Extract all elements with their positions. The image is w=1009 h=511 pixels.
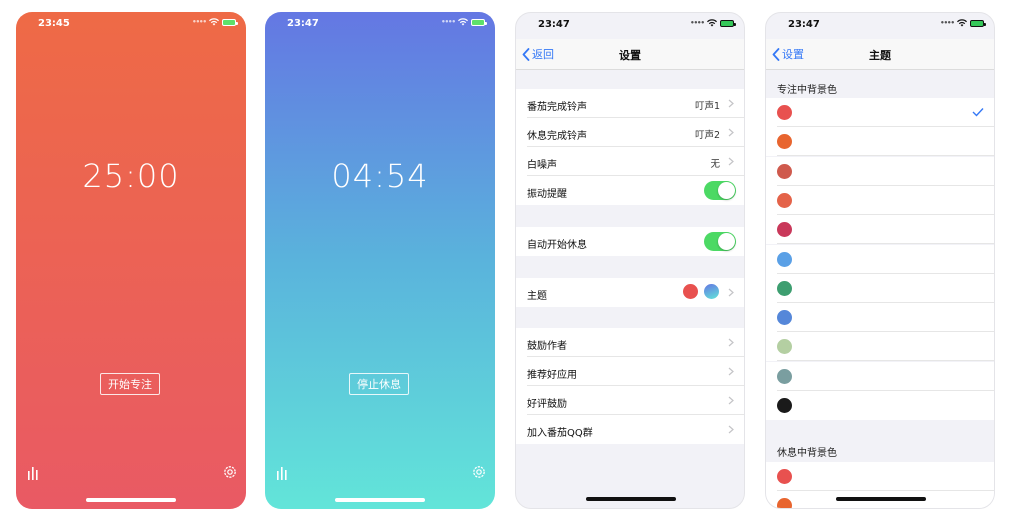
battery-icon [471, 18, 487, 26]
theme-screen: 23:47 •••• 设置 主题 专注中背景色 休息中背景色 [765, 12, 995, 509]
vibration-toggle[interactable] [704, 181, 736, 200]
focus-color-header: 专注中背景色 [777, 85, 837, 96]
wifi-icon [707, 19, 717, 27]
color-swatch [777, 192, 792, 208]
theme-swatch-focus [683, 284, 698, 299]
checkmark-icon [972, 108, 984, 117]
chevron-right-icon [728, 288, 734, 297]
wifi-icon [458, 18, 468, 26]
page-title: 主题 [869, 49, 891, 62]
status-bar: 23:45 •••• [16, 12, 246, 38]
settings-row-auto-rest: 自动开始休息 [516, 227, 744, 256]
chevron-right-icon [728, 99, 734, 108]
color-swatch [777, 339, 792, 355]
gear-icon[interactable] [471, 464, 487, 480]
color-option[interactable] [766, 127, 994, 157]
color-swatch [777, 498, 792, 508]
chevron-right-icon [728, 396, 734, 405]
home-indicator[interactable] [335, 498, 425, 502]
stats-icon[interactable] [275, 465, 291, 481]
page-title: 设置 [619, 49, 641, 62]
color-option[interactable] [766, 98, 994, 127]
color-swatch [777, 280, 792, 296]
color-option[interactable] [766, 303, 994, 333]
settings-row-join-qq-group[interactable]: 加入番茄QQ群 [516, 415, 744, 444]
theme-swatch-rest [704, 284, 719, 299]
gear-icon[interactable] [222, 464, 238, 480]
signal-dots-icon: •••• [940, 19, 955, 27]
status-bar: 23:47 •••• [265, 12, 495, 38]
stop-rest-button[interactable]: 停止休息 [349, 373, 409, 395]
stats-icon[interactable] [26, 465, 42, 481]
status-bar: 23:47 •••• [766, 13, 994, 39]
settings-row-rate-app[interactable]: 好评鼓励 [516, 386, 744, 415]
wifi-icon [209, 18, 219, 26]
timer-display: 04:54 [331, 157, 429, 195]
color-swatch [777, 105, 792, 120]
timer-display: 25:00 [82, 157, 180, 195]
chevron-right-icon [728, 157, 734, 166]
status-time: 23:47 [788, 19, 820, 30]
chevron-right-icon [728, 425, 734, 434]
color-swatch [777, 310, 792, 326]
status-time: 23:47 [538, 19, 570, 30]
color-option[interactable] [766, 391, 994, 420]
battery-icon [970, 19, 986, 27]
home-indicator[interactable] [586, 497, 676, 501]
color-swatch [777, 163, 792, 179]
nav-bar: 设置 主题 [766, 39, 994, 70]
status-time: 23:45 [38, 18, 70, 29]
chevron-right-icon [728, 338, 734, 347]
color-option[interactable] [766, 361, 994, 391]
battery-icon [720, 19, 736, 27]
color-swatch [777, 134, 792, 150]
status-time: 23:47 [287, 18, 319, 29]
auto-rest-toggle[interactable] [704, 232, 736, 251]
color-option[interactable] [766, 462, 994, 491]
rest-color-header: 休息中背景色 [777, 448, 837, 459]
settings-row-theme[interactable]: 主题 [516, 278, 744, 307]
color-option[interactable] [766, 332, 994, 362]
color-option[interactable] [766, 215, 994, 245]
color-swatch [777, 469, 792, 484]
color-option[interactable] [766, 156, 994, 186]
settings-row-rest-sound[interactable]: 休息完成铃声 叮声2 [516, 118, 744, 147]
signal-dots-icon: •••• [192, 18, 207, 26]
nav-bar: 返回 设置 [516, 39, 744, 70]
start-focus-button[interactable]: 开始专注 [100, 373, 160, 395]
color-option[interactable] [766, 244, 994, 274]
focus-timer-screen: 23:45 •••• 25:00 开始专注 [16, 12, 246, 509]
color-swatch [777, 368, 792, 384]
color-option[interactable] [766, 185, 994, 215]
rest-timer-screen: 23:47 •••• 04:54 停止休息 [265, 12, 495, 509]
color-option[interactable] [766, 273, 994, 303]
settings-row-vibration: 振动提醒 [516, 176, 744, 205]
home-indicator[interactable] [86, 498, 176, 502]
settings-row-white-noise[interactable]: 白噪声 无 [516, 147, 744, 176]
color-swatch [777, 251, 792, 267]
signal-dots-icon: •••• [441, 18, 456, 26]
status-bar: 23:47 •••• [516, 13, 744, 39]
home-indicator[interactable] [836, 497, 926, 501]
color-swatch [777, 222, 792, 238]
color-swatch [777, 398, 792, 413]
chevron-right-icon [728, 367, 734, 376]
settings-screen: 23:47 •••• 返回 设置 番茄完成铃声 叮声1 休息完成铃声 叮声2 白… [515, 12, 745, 509]
wifi-icon [957, 19, 967, 27]
settings-row-focus-sound[interactable]: 番茄完成铃声 叮声1 [516, 89, 744, 118]
settings-row-support-author[interactable]: 鼓励作者 [516, 328, 744, 357]
signal-dots-icon: •••• [690, 19, 705, 27]
chevron-right-icon [728, 128, 734, 137]
battery-icon [222, 18, 238, 26]
settings-row-recommend-apps[interactable]: 推荐好应用 [516, 357, 744, 386]
